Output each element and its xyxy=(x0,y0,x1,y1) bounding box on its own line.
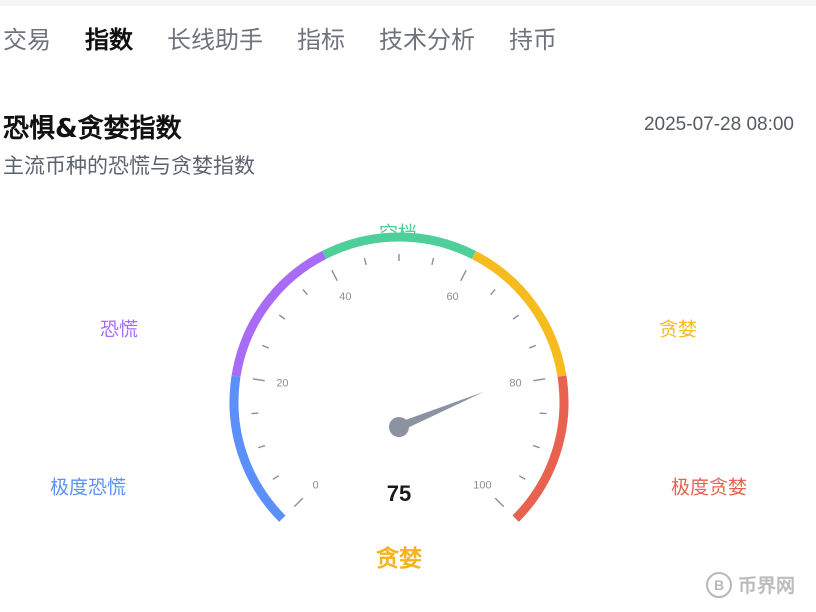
watermark: B 币界网 xyxy=(706,571,795,598)
gauge-tick xyxy=(528,344,537,349)
gauge-tick xyxy=(293,497,304,508)
gauge-tick xyxy=(539,412,547,415)
gauge-tick xyxy=(512,314,520,320)
gauge-tick xyxy=(494,497,505,508)
zone-label-extreme-greed: 极度贪婪 xyxy=(670,476,748,499)
gauge-tick-label: 0 xyxy=(312,479,318,491)
zone-label-extreme-fear: 极度恐慌 xyxy=(49,476,127,499)
watermark-logo-icon: B xyxy=(706,571,732,598)
gauge-tick-label: 20 xyxy=(276,377,288,389)
gauge-tick xyxy=(533,378,546,382)
gauge-tick xyxy=(278,314,286,320)
gauge-value: 75 xyxy=(386,481,412,506)
gauge-tick xyxy=(261,344,270,349)
fear-greed-gauge: 0 20 40 60 80 100 xyxy=(229,232,569,522)
gauge-tick xyxy=(363,257,367,266)
gauge-tick-label: 40 xyxy=(339,291,351,303)
gauge-tick-label: 80 xyxy=(509,377,521,389)
gauge-tick-label: 100 xyxy=(473,479,491,491)
gauge-tick-label: 60 xyxy=(446,291,458,303)
gauge-tick xyxy=(251,412,259,415)
watermark-text: 币界网 xyxy=(738,575,796,597)
zone-label-greed: 贪婪 xyxy=(658,318,698,341)
zone-label-neutral: 空档 xyxy=(378,222,418,245)
gauge-status-label: 贪婪 xyxy=(376,546,422,572)
gauge-tick xyxy=(518,475,526,480)
gauge-tick xyxy=(331,269,338,282)
gauge-needle-hub xyxy=(389,417,409,437)
gauge-tick xyxy=(490,289,496,296)
zone-label-fear: 恐慌 xyxy=(99,318,139,341)
gauge-tick xyxy=(258,444,266,449)
gauge-needle xyxy=(397,391,484,432)
gauge-tick xyxy=(460,269,467,282)
gauge-tick xyxy=(252,378,265,382)
gauge-tick xyxy=(272,475,280,480)
gauge-tick xyxy=(431,257,435,266)
gauge-tick xyxy=(532,444,540,449)
gauge-tick xyxy=(302,289,308,296)
